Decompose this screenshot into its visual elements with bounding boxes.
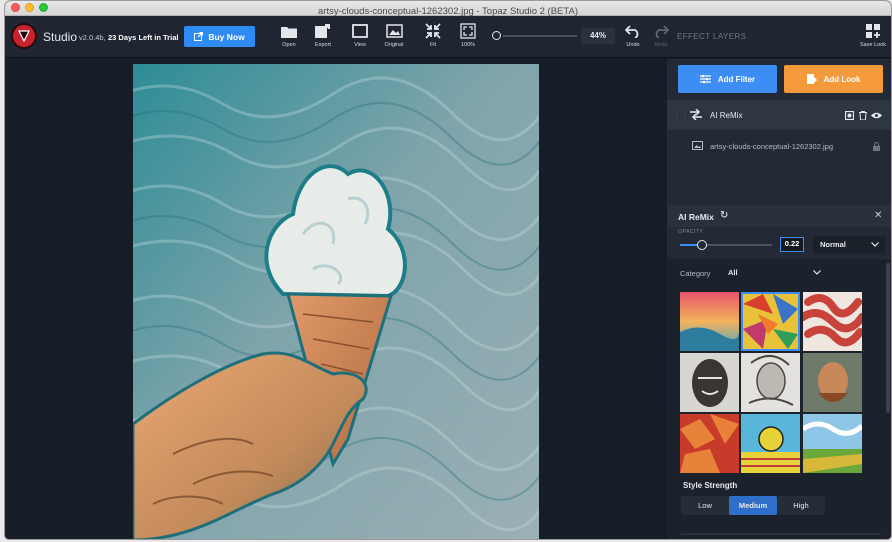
chevron-down-icon — [871, 242, 879, 247]
image-icon — [692, 141, 703, 150]
style-thumbnail[interactable] — [803, 414, 862, 473]
export-label: Export — [315, 42, 331, 48]
toolbar: Studio v2.0.4b, 23 Days Left in Trial Bu… — [5, 16, 891, 58]
sliders-icon — [699, 74, 711, 84]
lock-icon — [873, 142, 880, 151]
actual-size-label: 100% — [460, 42, 476, 48]
look-icon — [806, 74, 817, 84]
mask-icon[interactable] — [845, 111, 854, 120]
view-label: View — [354, 42, 366, 48]
style-thumbnail[interactable] — [741, 414, 800, 473]
fit-label: Fit — [429, 42, 437, 48]
app-name: Studio — [43, 30, 78, 44]
style-thumbnail[interactable] — [680, 414, 739, 473]
fit-button[interactable]: Fit — [416, 22, 450, 54]
layer-label: artsy-clouds-conceptual-1262302.jpg — [710, 142, 833, 151]
panel-divider — [681, 533, 881, 535]
blend-mode-value: Normal — [820, 240, 846, 249]
buy-now-label: Buy Now — [208, 31, 245, 42]
add-filter-button[interactable]: Add Filter — [678, 65, 777, 93]
layer-ai-remix[interactable]: ⋮⋮ AI ReMix — [667, 100, 891, 130]
app-window: artsy-clouds-conceptual-1262302.jpg - To… — [4, 0, 892, 540]
external-link-icon — [194, 32, 204, 41]
fullscreen-icon — [451, 22, 485, 40]
trash-icon[interactable] — [859, 111, 867, 120]
add-look-label: Add Look — [823, 74, 861, 84]
actual-size-button[interactable]: 100% — [451, 22, 485, 54]
style-gallery: Category All Style Strength Low Medium H… — [667, 259, 891, 539]
style-strength-label: Style Strength — [683, 481, 738, 490]
save-look-button[interactable]: Save Look — [855, 22, 891, 54]
reset-icon[interactable]: ↻ — [720, 210, 728, 221]
style-thumbnail[interactable] — [803, 353, 862, 412]
strength-low-button[interactable]: Low — [681, 496, 729, 515]
export-icon — [306, 22, 340, 40]
zoom-slider-handle[interactable] — [492, 31, 501, 40]
style-thumbnail[interactable] — [680, 353, 739, 412]
close-window-button[interactable] — [11, 3, 20, 12]
redo-icon — [644, 22, 678, 40]
save-look-icon — [855, 22, 891, 40]
buy-now-button[interactable]: Buy Now — [184, 26, 255, 47]
version-label: v2.0.4b, — [79, 33, 106, 42]
zoom-value[interactable]: 44% — [581, 28, 615, 44]
layer-label: AI ReMix — [710, 111, 743, 120]
add-filter-label: Add Filter — [717, 74, 756, 84]
category-value: All — [728, 268, 738, 277]
redo-label: Redo — [654, 42, 668, 48]
category-label: Category — [680, 269, 711, 278]
add-look-button[interactable]: Add Look — [784, 65, 883, 93]
image-canvas[interactable] — [133, 64, 539, 539]
opacity-value-input[interactable]: 0.22 — [780, 237, 804, 252]
view-icon — [343, 22, 377, 40]
style-thumbnail-selected[interactable] — [741, 292, 800, 351]
drag-handle-icon[interactable]: ⋮⋮ — [673, 109, 689, 118]
eye-icon[interactable] — [871, 112, 882, 119]
effect-layers-sidebar: Add Filter Add Look ⋮⋮ AI ReMix artsy-cl… — [667, 59, 891, 539]
redo-button[interactable]: Redo — [644, 22, 678, 54]
strength-high-button[interactable]: High — [777, 496, 825, 515]
open-button[interactable]: Open — [272, 22, 306, 54]
style-thumbnail[interactable] — [680, 292, 739, 351]
export-button[interactable]: Export — [306, 22, 340, 54]
gallery-scrollbar[interactable] — [886, 263, 890, 413]
view-button[interactable]: View — [343, 22, 377, 54]
topaz-logo-icon — [11, 23, 37, 49]
opacity-label: OPACITY — [678, 229, 704, 235]
effect-layers-title: EFFECT LAYERS — [677, 32, 747, 41]
fit-icon — [416, 22, 450, 40]
chevron-down-icon — [813, 270, 821, 275]
zoom-slider-track[interactable] — [503, 35, 577, 37]
trial-label: 23 Days Left in Trial — [108, 33, 179, 42]
original-label: Original — [384, 42, 404, 48]
category-select[interactable]: All — [723, 264, 829, 281]
image-icon — [377, 22, 411, 40]
style-thumbnail[interactable] — [803, 292, 862, 351]
layer-base-image[interactable]: artsy-clouds-conceptual-1262302.jpg — [667, 130, 891, 160]
style-strength-control: Low Medium High — [681, 496, 825, 515]
open-label: Open — [282, 42, 296, 48]
filter-panel-title: AI ReMix — [678, 212, 714, 222]
zoom-window-button[interactable] — [39, 3, 48, 12]
close-panel-icon[interactable]: ✕ — [874, 210, 882, 221]
title-bar: artsy-clouds-conceptual-1262302.jpg - To… — [5, 1, 891, 17]
filter-panel-header: AI ReMix ↻ ✕ — [667, 205, 891, 227]
original-button[interactable]: Original — [377, 22, 411, 54]
canvas-area[interactable] — [5, 59, 667, 539]
minimize-window-button[interactable] — [25, 3, 34, 12]
remix-icon — [690, 109, 702, 120]
opacity-slider-handle[interactable] — [697, 240, 707, 250]
folder-icon — [272, 22, 306, 40]
save-look-label: Save Look — [860, 42, 886, 48]
blend-mode-select[interactable]: Normal — [813, 236, 885, 253]
strength-medium-button[interactable]: Medium — [729, 496, 777, 515]
style-thumbnail[interactable] — [741, 353, 800, 412]
